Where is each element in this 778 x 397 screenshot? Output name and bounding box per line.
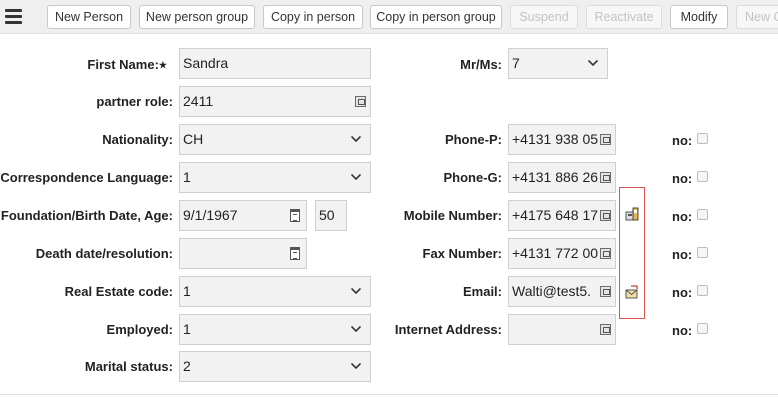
lookup-icon[interactable] — [600, 172, 611, 183]
new-person-button[interactable]: New Person — [47, 5, 131, 29]
real-estate-code-value: 1 — [183, 283, 191, 299]
suspend-button[interactable]: Suspend — [510, 5, 578, 29]
reactivate-button[interactable]: Reactivate — [586, 5, 662, 29]
first-name-label: First Name:★ — [87, 57, 167, 73]
internet-no-label: no: — [672, 323, 693, 338]
fax-number-label: Fax Number: — [422, 246, 502, 261]
age-field: 50 — [315, 200, 347, 231]
email-input[interactable]: Walti@test5. — [508, 276, 616, 307]
email-value: Walti@test5. — [512, 283, 592, 299]
employed-value: 1 — [183, 321, 191, 337]
nationality-label: Nationality: — [102, 132, 173, 147]
phone-p-no-label: no: — [672, 133, 693, 148]
employed-label: Employed: — [106, 322, 173, 337]
partner-role-input[interactable]: 2411 — [179, 86, 371, 117]
chevron-down-icon — [351, 174, 361, 180]
email-no-checkbox[interactable] — [697, 285, 708, 296]
partner-role-value: 2411 — [183, 93, 214, 109]
lookup-icon[interactable] — [600, 286, 611, 297]
birth-date-value: 9/1/1967 — [183, 207, 238, 223]
phone-g-label: Phone-G: — [443, 170, 503, 185]
lookup-icon[interactable] — [600, 134, 611, 145]
fax-number-input[interactable]: +4131 772 00 — [508, 238, 616, 269]
salutation-select[interactable]: 7 — [508, 48, 608, 79]
age-value: 50 — [319, 207, 335, 223]
lookup-icon[interactable] — [600, 210, 611, 221]
lookup-icon[interactable] — [355, 96, 366, 107]
nationality-value: CH — [183, 131, 204, 147]
internet-address-label: Internet Address: — [394, 322, 502, 337]
marital-status-select[interactable]: 2 — [179, 351, 371, 382]
birth-date-label: Foundation/Birth Date, Age: — [0, 208, 173, 223]
chevron-down-icon — [351, 136, 361, 142]
email-label: Email: — [462, 284, 502, 299]
salutation-value: 7 — [512, 55, 520, 71]
phone-device-icon[interactable] — [625, 207, 639, 221]
marital-status-label: Marital status: — [84, 359, 173, 374]
birth-date-input[interactable]: 9/1/1967 — [179, 200, 307, 231]
first-name-label-text: First Name: — [87, 57, 159, 72]
modify-button[interactable]: Modify — [670, 5, 728, 29]
internet-address-input[interactable] — [508, 314, 616, 345]
death-date-label: Death date/resolution: — [35, 246, 173, 261]
lookup-icon[interactable] — [600, 248, 611, 259]
fax-no-checkbox[interactable] — [697, 247, 708, 258]
death-date-input[interactable] — [179, 238, 307, 269]
mobile-no-checkbox[interactable] — [697, 209, 708, 220]
nationality-select[interactable]: CH — [179, 124, 371, 155]
real-estate-code-select[interactable]: 1 — [179, 276, 371, 307]
toolbar: New Person New person group Copy in pers… — [0, 0, 778, 34]
phone-g-value: +4131 886 26 — [512, 169, 599, 185]
phone-p-label: Phone-P: — [444, 132, 502, 147]
employed-select[interactable]: 1 — [179, 314, 371, 345]
fax-no-label: no: — [672, 247, 693, 262]
phone-p-no-checkbox[interactable] — [697, 133, 708, 144]
chevron-down-icon — [351, 363, 361, 369]
bottom-divider — [0, 394, 778, 395]
copy-in-person-button[interactable]: Copy in person — [263, 5, 363, 29]
new-c-button[interactable]: New C — [736, 5, 778, 29]
marital-status-value: 2 — [183, 358, 191, 374]
fax-number-value: +4131 772 00 — [512, 245, 599, 261]
mobile-no-label: no: — [672, 209, 693, 224]
internet-no-checkbox[interactable] — [697, 323, 708, 334]
calendar-icon[interactable] — [290, 209, 300, 222]
correspondence-language-select[interactable]: 1 — [179, 162, 371, 193]
send-mail-icon[interactable] — [625, 285, 639, 299]
email-no-label: no: — [672, 285, 693, 300]
chevron-down-icon — [351, 326, 361, 332]
salutation-label: Mr/Ms: — [460, 57, 502, 72]
phone-g-no-checkbox[interactable] — [697, 171, 708, 182]
correspondence-language-value: 1 — [183, 169, 191, 185]
first-name-value: Sandra — [183, 55, 229, 71]
phone-g-no-label: no: — [672, 171, 693, 186]
real-estate-code-label: Real Estate code: — [64, 284, 173, 299]
copy-in-person-group-button[interactable]: Copy in person group — [370, 5, 502, 29]
phone-p-input[interactable]: +4131 938 05 — [508, 124, 616, 155]
new-person-group-button[interactable]: New person group — [139, 5, 255, 29]
mobile-number-label: Mobile Number: — [403, 208, 502, 223]
required-star-icon: ★ — [158, 60, 167, 70]
partner-role-label: partner role: — [96, 94, 173, 109]
calendar-icon[interactable] — [290, 247, 300, 260]
phone-g-input[interactable]: +4131 886 26 — [508, 162, 616, 193]
chevron-down-icon — [351, 288, 361, 294]
chevron-down-icon — [588, 60, 598, 66]
mobile-number-input[interactable]: +4175 648 17 — [508, 200, 616, 231]
mobile-number-value: +4175 648 17 — [512, 207, 599, 223]
correspondence-language-label: Correspondence Language: — [0, 170, 173, 185]
first-name-input[interactable]: Sandra — [179, 48, 371, 79]
lookup-icon[interactable] — [600, 324, 611, 335]
phone-p-value: +4131 938 05 — [512, 131, 599, 147]
hamburger-menu-icon[interactable] — [5, 9, 22, 24]
